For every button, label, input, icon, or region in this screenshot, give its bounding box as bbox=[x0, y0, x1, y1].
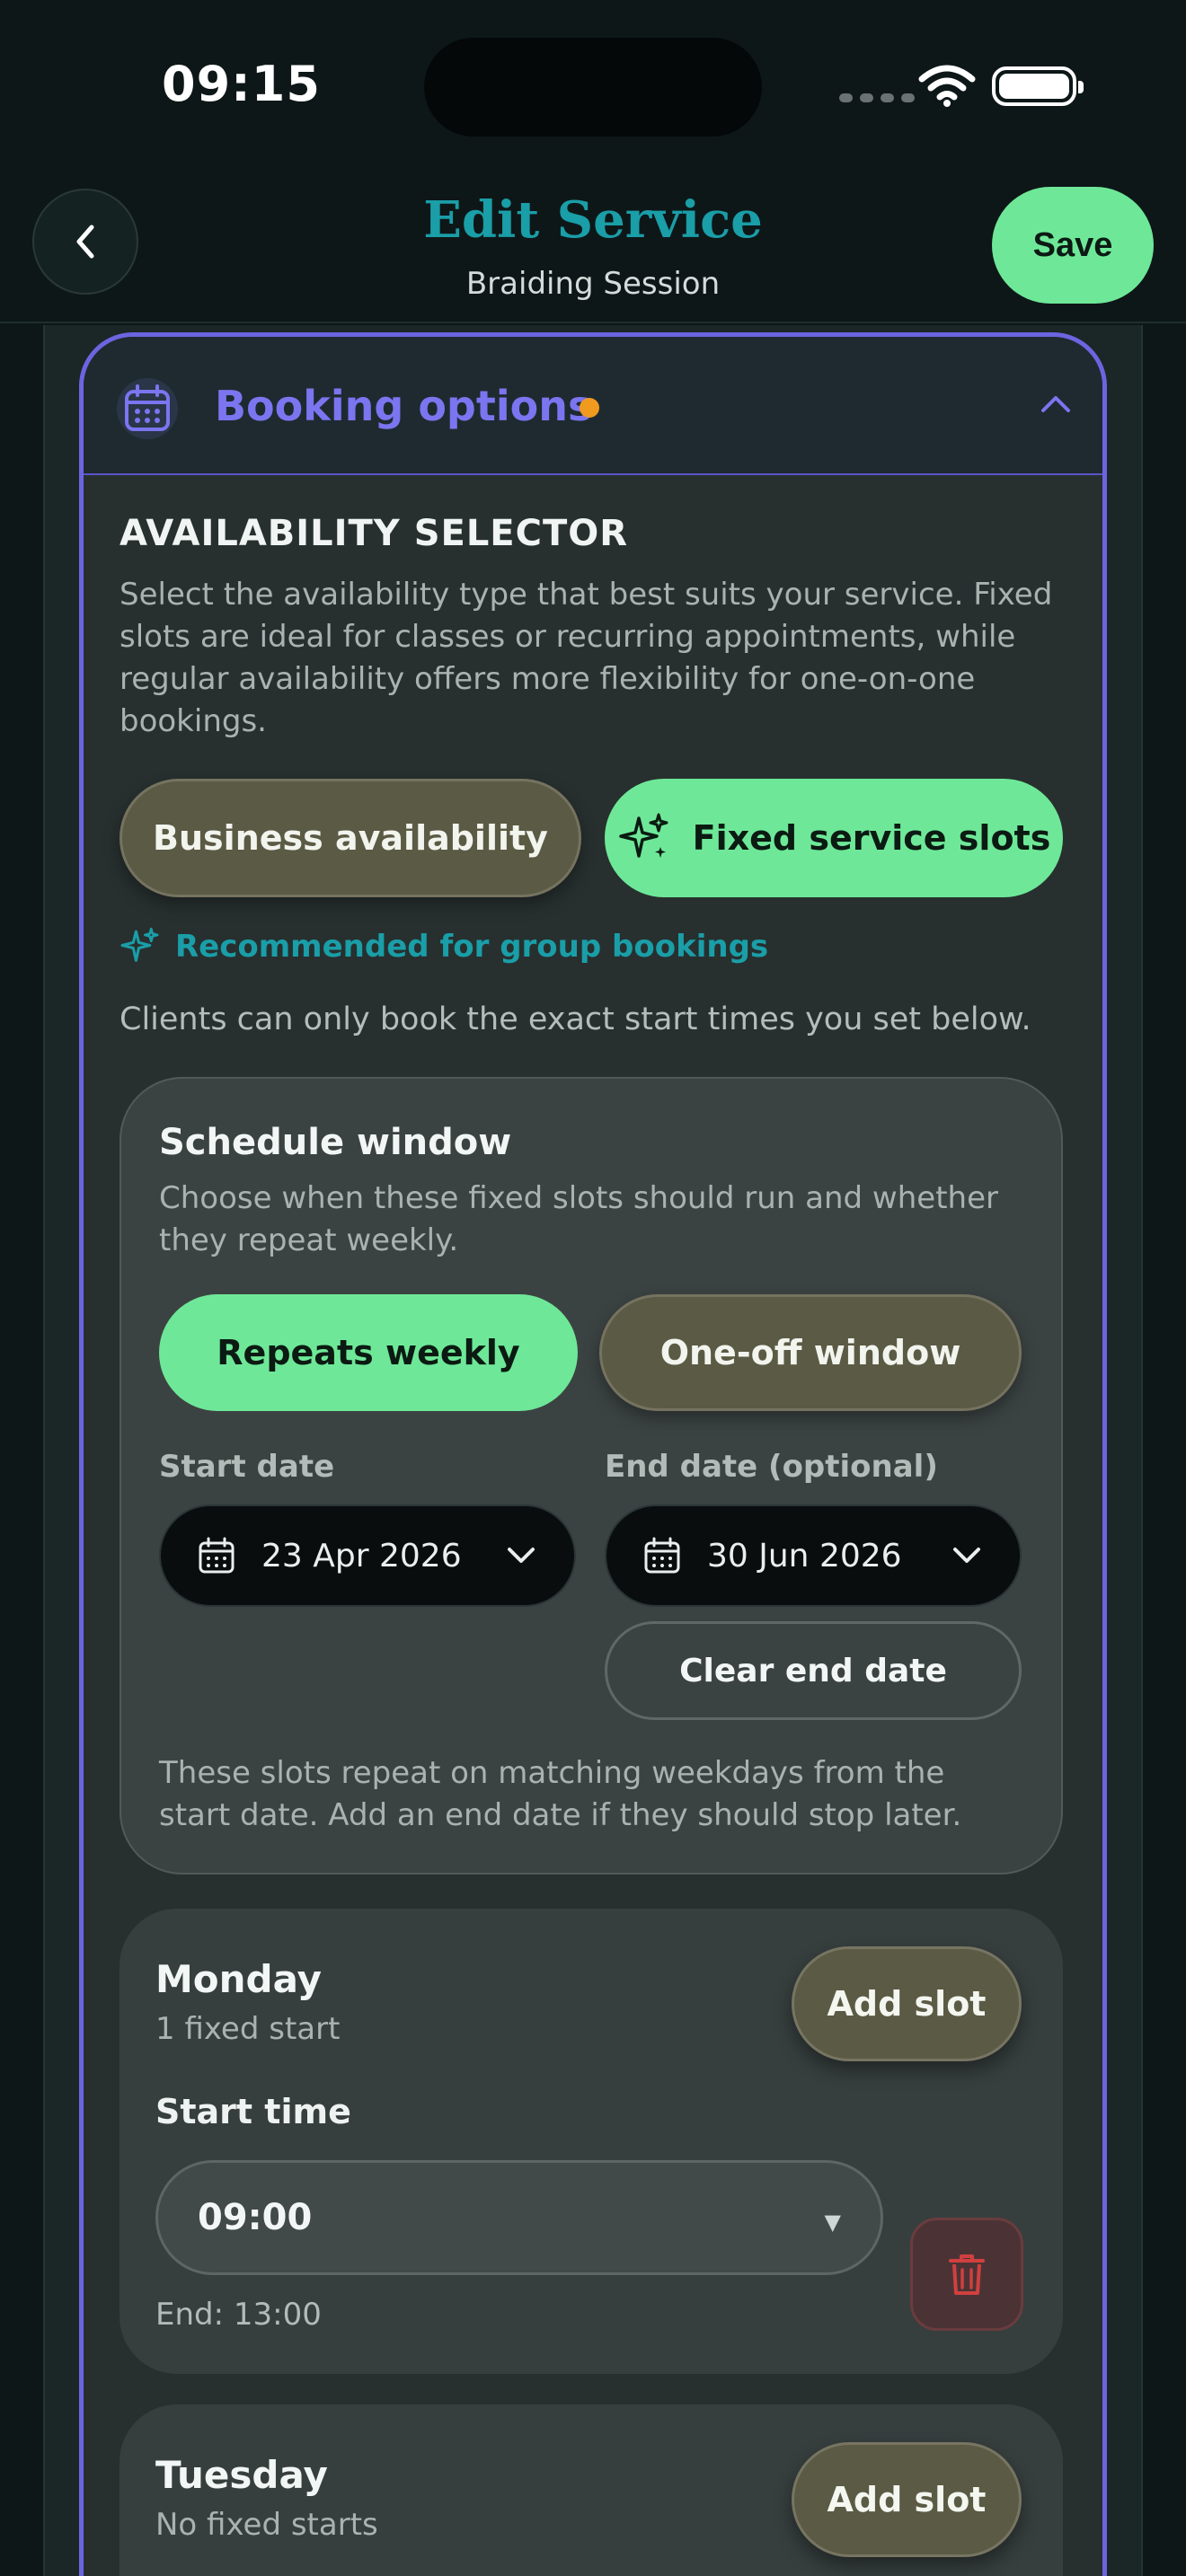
repeats-weekly-label: Repeats weekly bbox=[217, 1333, 520, 1372]
one-off-window-option[interactable]: One-off window bbox=[599, 1294, 1022, 1411]
add-slot-button[interactable]: Add slot bbox=[792, 1946, 1022, 2061]
start-time-value: 09:00 bbox=[198, 2197, 313, 2238]
fixed-service-slots-option[interactable]: Fixed service slots bbox=[605, 779, 1063, 897]
end-date-picker[interactable]: 30 Jun 2026 bbox=[605, 1504, 1022, 1607]
booking-options-card: Booking options AVAILABILITY SELECTOR Se… bbox=[79, 332, 1107, 2576]
one-off-window-label: One-off window bbox=[659, 1333, 961, 1372]
fixed-service-slots-label: Fixed service slots bbox=[692, 818, 1051, 858]
business-availability-label: Business availability bbox=[153, 818, 548, 858]
day-slot-count: No fixed starts bbox=[155, 2507, 378, 2543]
schedule-window-title: Schedule window bbox=[159, 1122, 512, 1163]
recommendation-text: Recommended for group bookings bbox=[175, 929, 769, 965]
end-date-label: End date (optional) bbox=[605, 1449, 938, 1485]
cellular-signal-icon bbox=[839, 93, 915, 102]
clear-end-date-button[interactable]: Clear end date bbox=[605, 1621, 1022, 1720]
sparkles-icon bbox=[120, 927, 159, 962]
booking-options-title: Booking options bbox=[215, 382, 593, 430]
save-button[interactable]: Save bbox=[992, 187, 1154, 304]
chevron-down-icon bbox=[953, 1548, 980, 1563]
unsaved-indicator-dot bbox=[580, 398, 599, 418]
wifi-icon bbox=[918, 65, 976, 107]
day-name: Monday bbox=[155, 1957, 323, 2001]
start-time-label: Start time bbox=[155, 2092, 351, 2131]
start-date-value: 23 Apr 2026 bbox=[261, 1537, 462, 1575]
day-slot-count: 1 fixed start bbox=[155, 2011, 341, 2047]
availability-selector-heading: AVAILABILITY SELECTOR bbox=[119, 513, 629, 554]
day-card-tuesday: Tuesday No fixed starts Add slot bbox=[119, 2404, 1063, 2576]
caret-down-icon: ▼ bbox=[824, 2210, 841, 2235]
recommendation-hint: Recommended for group bookings bbox=[119, 924, 768, 969]
schedule-window-footnote: These slots repeat on matching weekdays … bbox=[159, 1755, 962, 1833]
chevron-down-icon bbox=[508, 1548, 535, 1563]
availability-selector-description: Select the availability type that best s… bbox=[119, 577, 1053, 739]
availability-type-selector: Business availability Fixed service slot… bbox=[119, 779, 1063, 897]
start-date-picker[interactable]: 23 Apr 2026 bbox=[159, 1504, 576, 1607]
start-date-label: Start date bbox=[159, 1449, 335, 1485]
status-bar: 09:15 bbox=[0, 0, 1186, 171]
schedule-window-panel: Schedule window Choose when these fixed … bbox=[119, 1077, 1063, 1875]
trash-icon bbox=[949, 2254, 985, 2295]
repeats-weekly-option[interactable]: Repeats weekly bbox=[159, 1294, 578, 1411]
calendar-icon bbox=[199, 1537, 235, 1574]
status-time: 09:15 bbox=[162, 56, 321, 112]
add-slot-button[interactable]: Add slot bbox=[792, 2442, 1022, 2557]
edit-service-screen: 09:15 Edit Service Braiding Session Save bbox=[0, 0, 1186, 2576]
calendar-icon bbox=[117, 378, 178, 439]
start-time-select[interactable]: 09:00 ▼ bbox=[155, 2160, 883, 2275]
battery-icon bbox=[992, 66, 1084, 106]
day-name: Tuesday bbox=[155, 2453, 328, 2497]
dynamic-island bbox=[424, 38, 762, 137]
end-time-text: End: 13:00 bbox=[155, 2297, 322, 2333]
sparkles-icon bbox=[618, 813, 668, 858]
app-header: Edit Service Braiding Session Save bbox=[0, 171, 1186, 323]
calendar-icon bbox=[644, 1537, 680, 1574]
end-date-value: 30 Jun 2026 bbox=[707, 1537, 902, 1575]
schedule-window-description: Choose when these fixed slots should run… bbox=[159, 1180, 998, 1258]
clients-booking-note: Clients can only book the exact start ti… bbox=[119, 1001, 1031, 1037]
booking-options-header[interactable]: Booking options bbox=[84, 337, 1102, 475]
delete-slot-button[interactable] bbox=[910, 2218, 1023, 2331]
business-availability-option[interactable]: Business availability bbox=[119, 779, 581, 897]
chevron-up-icon[interactable] bbox=[1038, 391, 1074, 418]
day-card-monday: Monday 1 fixed start Add slot Start time… bbox=[119, 1909, 1063, 2374]
